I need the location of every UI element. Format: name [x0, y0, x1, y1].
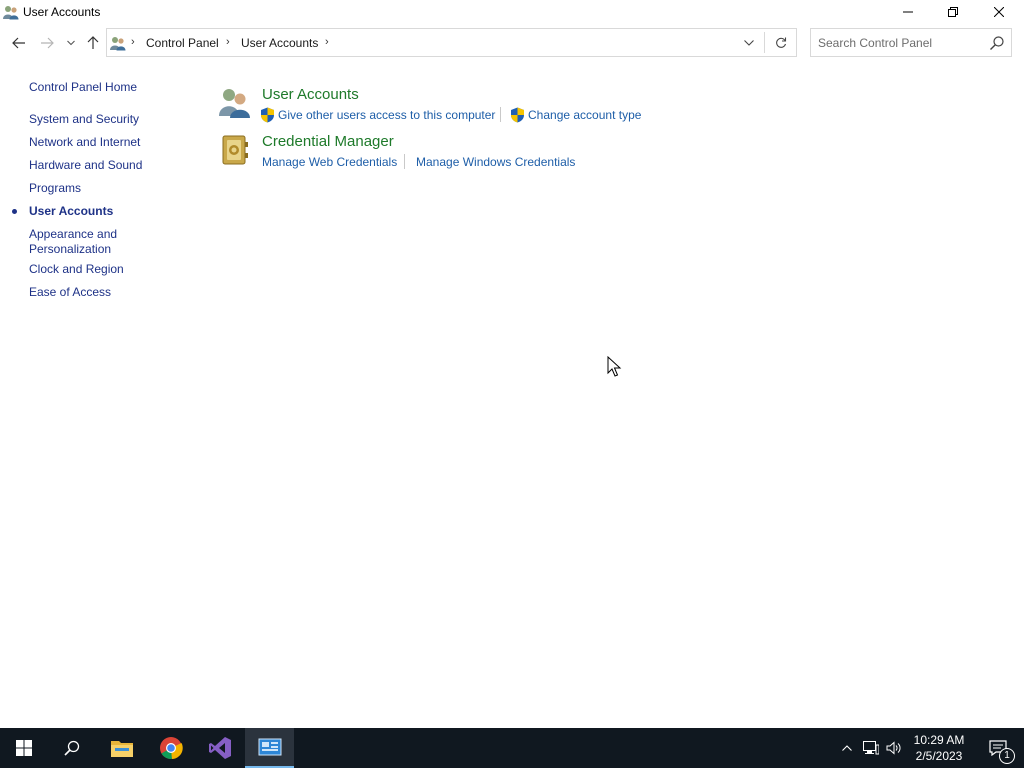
refresh-button[interactable] [768, 29, 794, 56]
action-center-button[interactable]: 1 [978, 728, 1018, 768]
notification-count-badge: 1 [999, 748, 1015, 764]
control-panel-taskbar-button[interactable] [245, 728, 294, 768]
manage-windows-credentials-link[interactable]: Manage Windows Credentials [416, 155, 575, 169]
windows-logo-icon [16, 740, 32, 756]
taskbar-clock[interactable]: 10:29 AM 2/5/2023 [906, 732, 972, 764]
search-box[interactable] [810, 28, 1012, 57]
visual-studio-taskbar-button[interactable] [196, 728, 244, 768]
taskbar: 10:29 AM 2/5/2023 1 [0, 728, 1024, 768]
title-bar: User Accounts [0, 0, 1024, 24]
user-accounts-heading[interactable]: User Accounts [262, 86, 359, 103]
nav-programs[interactable]: Programs [29, 181, 81, 196]
forward-button[interactable] [36, 27, 58, 59]
search-icon [64, 740, 80, 756]
folder-icon [111, 741, 133, 757]
give-users-access-link[interactable]: Give other users access to this computer [278, 108, 495, 122]
back-button[interactable] [8, 27, 30, 59]
network-tray-button[interactable] [860, 728, 882, 768]
credential-manager-heading[interactable]: Credential Manager [262, 133, 394, 150]
refresh-icon [776, 37, 787, 48]
address-divider [764, 32, 765, 53]
control-panel-icon [110, 37, 126, 51]
volume-tray-button[interactable] [884, 728, 904, 768]
nav-system-and-security[interactable]: System and Security [29, 112, 139, 127]
back-arrow-icon [12, 37, 25, 49]
chevron-down-icon [744, 39, 754, 46]
nav-hardware-and-sound[interactable]: Hardware and Sound [29, 158, 142, 173]
credential-manager-icon[interactable] [218, 133, 252, 167]
chrome-taskbar-button[interactable] [147, 728, 195, 768]
user-accounts-icon[interactable] [218, 86, 252, 120]
breadcrumb-control-panel[interactable]: Control Panel [146, 36, 219, 50]
start-button[interactable] [0, 728, 48, 768]
restore-icon [948, 7, 958, 17]
address-bar[interactable]: › Control Panel › User Accounts › [106, 28, 797, 57]
recent-locations-button[interactable] [64, 27, 78, 59]
close-icon [994, 7, 1004, 17]
navigation-bar: › Control Panel › User Accounts › [0, 27, 1024, 59]
nav-user-accounts[interactable]: User Accounts [29, 204, 113, 219]
file-explorer-taskbar-button[interactable] [98, 728, 146, 768]
breadcrumb-separator-icon[interactable]: › [226, 36, 230, 48]
task-separator [500, 107, 501, 122]
network-icon [863, 741, 879, 755]
mouse-cursor-icon [607, 356, 622, 377]
nav-ease-of-access[interactable]: Ease of Access [29, 285, 111, 300]
breadcrumb-user-accounts[interactable]: User Accounts [241, 36, 318, 50]
taskbar-search-button[interactable] [48, 728, 96, 768]
search-icon[interactable] [989, 35, 1005, 51]
breadcrumb-separator-icon[interactable]: › [131, 36, 135, 48]
close-button[interactable] [976, 0, 1022, 24]
minimize-button[interactable] [885, 0, 931, 24]
selected-bullet-icon [12, 209, 17, 214]
clock-time: 10:29 AM [913, 733, 965, 747]
search-input[interactable] [818, 35, 983, 51]
up-button[interactable] [82, 27, 104, 59]
change-account-type-link[interactable]: Change account type [528, 108, 641, 122]
user-accounts-icon [3, 6, 19, 20]
nav-clock-and-region[interactable]: Clock and Region [29, 262, 124, 277]
task-separator [404, 154, 405, 169]
nav-appearance-line1: Appearance and [29, 227, 118, 241]
uac-shield-icon [511, 107, 524, 123]
chevron-down-icon [67, 40, 75, 46]
manage-web-credentials-link[interactable]: Manage Web Credentials [262, 155, 397, 169]
address-dropdown-button[interactable] [737, 29, 761, 56]
show-hidden-icons-button[interactable] [838, 728, 856, 768]
chevron-up-icon [842, 745, 852, 751]
clock-date: 2/5/2023 [915, 749, 963, 763]
chrome-icon [160, 737, 183, 760]
visual-studio-icon [209, 737, 231, 759]
nav-appearance-line2: Personalization [29, 242, 112, 256]
restore-button[interactable] [930, 0, 976, 24]
minimize-icon [903, 11, 913, 13]
nav-appearance-and-personalization[interactable]: Appearance and Personalization [29, 227, 117, 257]
nav-network-and-internet[interactable]: Network and Internet [29, 135, 140, 150]
speaker-icon [886, 741, 901, 755]
window-title: User Accounts [23, 5, 101, 19]
forward-arrow-icon [41, 37, 54, 49]
breadcrumb-separator-icon[interactable]: › [325, 36, 329, 48]
uac-shield-icon [261, 107, 274, 123]
control-panel-home-link[interactable]: Control Panel Home [29, 80, 137, 95]
up-arrow-icon [87, 36, 99, 49]
control-panel-icon [258, 738, 281, 756]
